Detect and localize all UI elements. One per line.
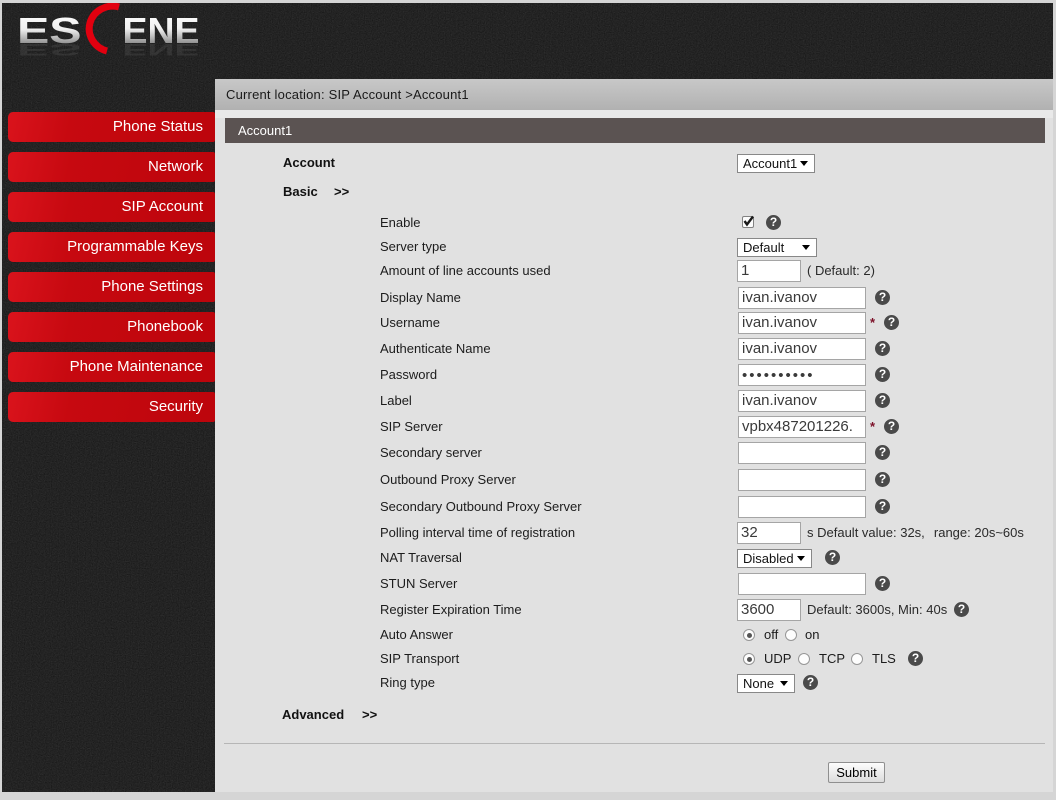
svg-text:ES: ES: [20, 40, 82, 58]
svg-text:ENE: ENE: [123, 40, 200, 58]
